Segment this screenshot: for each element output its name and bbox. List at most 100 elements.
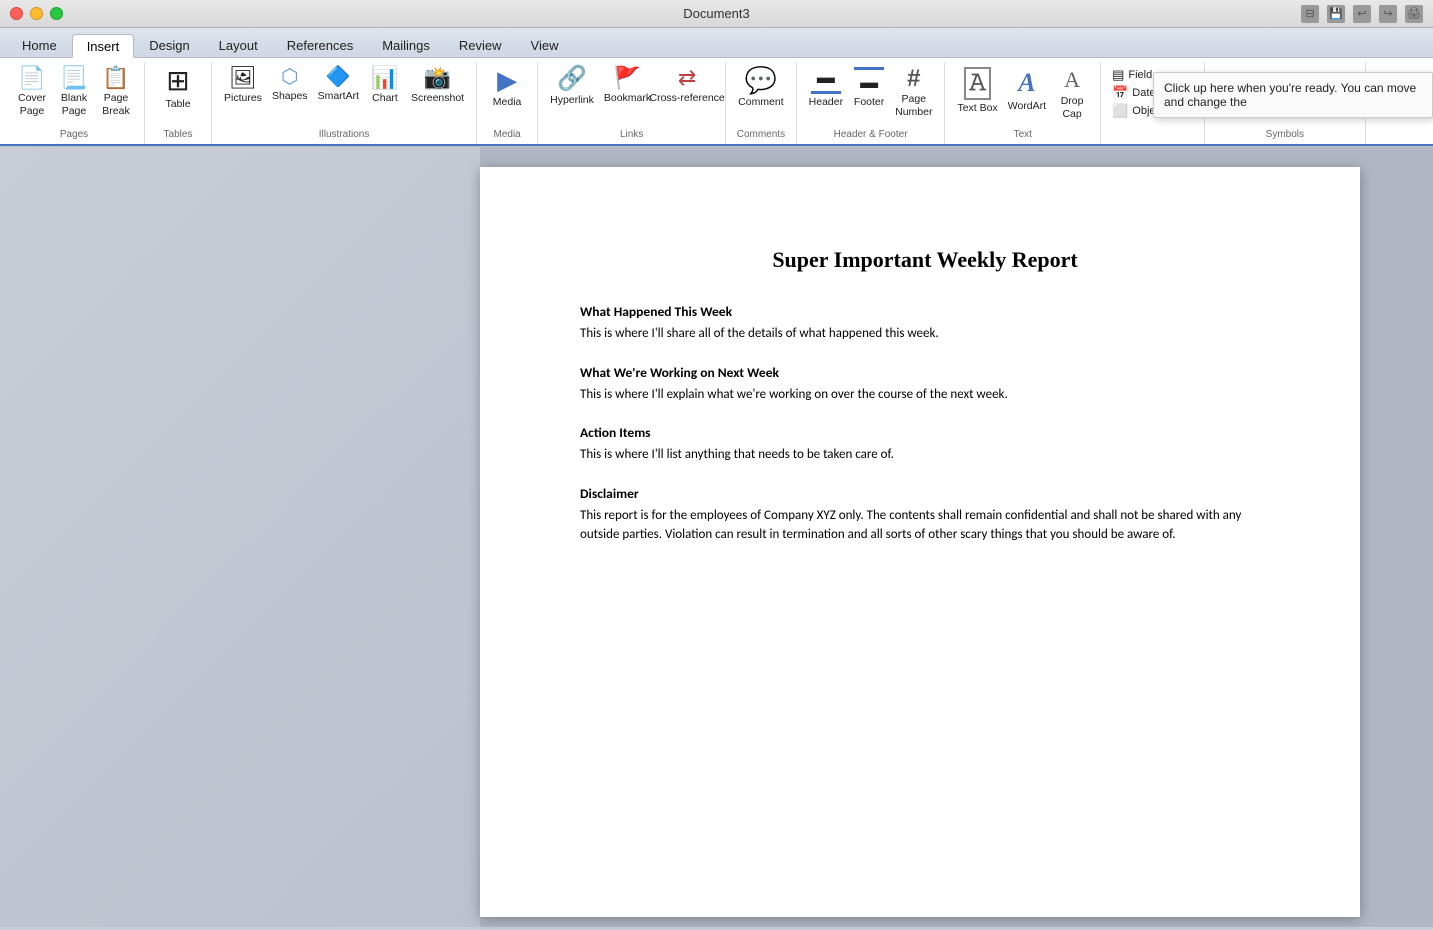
cover-page-button[interactable]: 📄 CoverPage	[12, 64, 52, 120]
section-3: Action Items This is where I'll list any…	[580, 424, 1270, 465]
save-icon[interactable]: 💾	[1327, 5, 1345, 23]
header-icon: ▬	[811, 67, 841, 94]
section-1: What Happened This Week This is where I'…	[580, 303, 1270, 344]
cross-reference-button[interactable]: ⇄ Cross-reference	[657, 64, 717, 108]
ribbon-group-tables: ⊞ Table Tables	[145, 62, 212, 144]
section-3-heading: Action Items	[580, 424, 1270, 441]
wordart-icon: A	[1018, 67, 1035, 98]
media-icon: ▶	[497, 67, 517, 93]
section-4-body: This report is for the employees of Comp…	[580, 506, 1270, 545]
section-1-heading: What Happened This Week	[580, 303, 1270, 320]
text-box-label: Text Box	[957, 102, 997, 115]
page-break-button[interactable]: 📋 PageBreak	[96, 64, 136, 120]
ribbon: Home Insert Design Layout References Mai…	[0, 28, 1433, 147]
header-footer-buttons: ▬ Header ▬ Footer # PageNumber	[805, 64, 937, 129]
pictures-button[interactable]: 🖼 Pictures	[220, 64, 266, 108]
pages-label: Pages	[12, 129, 136, 142]
cross-reference-label: Cross-reference	[650, 92, 725, 105]
hyperlink-button[interactable]: 🔗 Hyperlink	[546, 64, 598, 110]
blank-page-button[interactable]: 📃 BlankPage	[54, 64, 94, 120]
redo-icon[interactable]: ↪	[1379, 5, 1397, 23]
ribbon-group-pages: 📄 CoverPage 📃 BlankPage 📋 PageBreak Page…	[4, 62, 145, 144]
tables-buttons: ⊞ Table	[153, 64, 203, 129]
document-area: Super Important Weekly Report What Happe…	[480, 147, 1433, 927]
bookmark-button[interactable]: 🚩 Bookmark	[600, 64, 655, 108]
screenshot-label: Screenshot	[411, 92, 464, 105]
ribbon-group-comments: 💬 Comment Comments	[726, 62, 797, 144]
page-break-label: PageBreak	[102, 92, 129, 117]
shapes-button[interactable]: ⬡ Shapes	[268, 64, 312, 106]
document-page: Super Important Weekly Report What Happe…	[480, 167, 1360, 917]
field-label: Field	[1128, 69, 1152, 81]
document-title-text: Super Important Weekly Report	[580, 247, 1270, 273]
page-break-icon: 📋	[102, 67, 129, 89]
title-bar-icons: ⊟ 💾 ↩ ↪ 🖨	[1301, 5, 1423, 23]
pages-buttons: 📄 CoverPage 📃 BlankPage 📋 PageBreak	[12, 64, 136, 129]
page-number-icon: #	[907, 67, 920, 91]
minimize-button[interactable]	[30, 7, 43, 20]
wordart-button[interactable]: A WordArt	[1004, 64, 1050, 116]
tab-mailings[interactable]: Mailings	[368, 33, 444, 57]
tab-view[interactable]: View	[517, 33, 573, 57]
screenshot-icon: 📸	[424, 67, 451, 89]
undo-icon[interactable]: ↩	[1353, 5, 1371, 23]
table-label: Table	[165, 98, 190, 111]
tab-insert[interactable]: Insert	[72, 34, 135, 58]
document-title: Document3	[683, 6, 749, 21]
section-4-heading: Disclaimer	[580, 485, 1270, 502]
media-label: Media	[493, 96, 522, 109]
smartart-label: SmartArt	[318, 90, 359, 103]
hyperlink-label: Hyperlink	[550, 94, 594, 107]
text-box-button[interactable]: 𝙰 Text Box	[953, 64, 1001, 117]
cross-reference-icon: ⇄	[678, 67, 696, 89]
drop-cap-button[interactable]: A DropCap	[1052, 64, 1092, 124]
maximize-button[interactable]	[50, 7, 63, 20]
hyperlink-icon: 🔗	[557, 67, 587, 91]
tab-review[interactable]: Review	[445, 33, 516, 57]
sidebar-icon[interactable]: ⊟	[1301, 5, 1319, 23]
cover-page-label: CoverPage	[18, 92, 46, 117]
wordart-label: WordArt	[1008, 100, 1046, 113]
illustrations-buttons: 🖼 Pictures ⬡ Shapes 🔷 SmartArt 📊 Chart 📸	[220, 64, 468, 129]
page-number-button[interactable]: # PageNumber	[891, 64, 936, 121]
media-label: Media	[485, 129, 529, 142]
ribbon-group-illustrations: 🖼 Pictures ⬡ Shapes 🔷 SmartArt 📊 Chart 📸	[212, 62, 477, 144]
close-button[interactable]	[10, 7, 23, 20]
tab-design[interactable]: Design	[135, 33, 203, 57]
blank-page-label: BlankPage	[61, 92, 87, 117]
links-label: Links	[546, 129, 717, 142]
cover-page-icon: 📄	[18, 67, 45, 89]
table-button[interactable]: ⊞ Table	[153, 64, 203, 114]
screenshot-button[interactable]: 📸 Screenshot	[407, 64, 468, 108]
shapes-icon: ⬡	[281, 67, 298, 87]
pictures-label: Pictures	[224, 92, 262, 105]
header-label: Header	[809, 96, 843, 109]
symbols-label: Symbols	[1213, 129, 1357, 142]
tab-home[interactable]: Home	[8, 33, 71, 57]
tab-references[interactable]: References	[273, 33, 367, 57]
chart-label: Chart	[372, 92, 398, 105]
chart-button[interactable]: 📊 Chart	[365, 64, 405, 108]
title-bar: ⊟ 💾 ↩ ↪ 🖨 Document3	[0, 0, 1433, 28]
shapes-label: Shapes	[272, 90, 308, 103]
comment-label: Comment	[738, 96, 784, 109]
header-button[interactable]: ▬ Header	[805, 64, 847, 111]
chart-icon: 📊	[371, 67, 398, 89]
print-icon[interactable]: 🖨	[1405, 5, 1423, 23]
field-icon: ▤	[1112, 67, 1124, 83]
tooltip-text: Click up here when you're ready. You can…	[1164, 81, 1416, 109]
comment-button[interactable]: 💬 Comment	[734, 64, 788, 112]
tab-layout[interactable]: Layout	[205, 33, 272, 57]
illustrations-label: Illustrations	[220, 129, 468, 142]
tab-bar: Home Insert Design Layout References Mai…	[0, 28, 1433, 58]
section-1-body: This is where I'll share all of the deta…	[580, 324, 1270, 344]
tooltip-overlay: Click up here when you're ready. You can…	[1153, 72, 1433, 118]
smartart-icon: 🔷	[326, 67, 351, 87]
ribbon-group-media: ▶ Media Media	[477, 62, 538, 144]
footer-button[interactable]: ▬ Footer	[849, 64, 889, 111]
text-group-label: Text	[953, 129, 1092, 142]
ribbon-group-header-footer: ▬ Header ▬ Footer # PageNumber Header & …	[797, 62, 946, 144]
bookmark-label: Bookmark	[604, 92, 651, 105]
smartart-button[interactable]: 🔷 SmartArt	[314, 64, 363, 106]
media-button[interactable]: ▶ Media	[485, 64, 529, 112]
